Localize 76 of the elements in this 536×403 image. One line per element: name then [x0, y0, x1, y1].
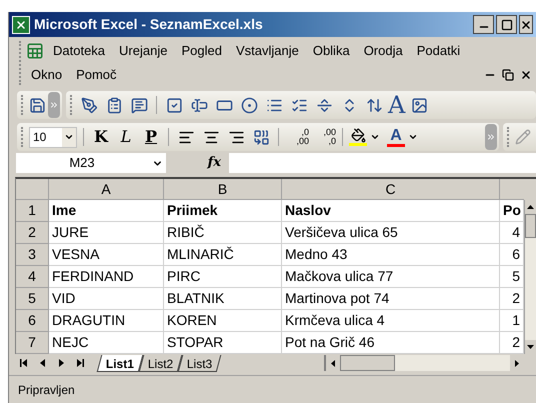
down-arrow-icon[interactable] — [527, 345, 534, 349]
close-icon[interactable] — [520, 69, 532, 81]
menu-item[interactable]: Oblika — [306, 39, 357, 63]
status-text: Pripravljen — [18, 382, 75, 398]
name-box[interactable]: M23 — [16, 153, 166, 173]
sheet-tab[interactable]: List3 — [178, 354, 222, 372]
decimal-button[interactable]: ,0 ,00 — [285, 128, 309, 146]
table-cell: STOPAR — [164, 332, 282, 354]
right-arrow-icon[interactable] — [515, 360, 519, 366]
row-header[interactable]: 3 — [16, 244, 49, 266]
up-arrow-icon[interactable] — [527, 205, 534, 209]
table-cell: FERDINAND — [49, 266, 164, 288]
table-cell: Mačkova ulica 77 — [282, 266, 500, 288]
menu-item[interactable]: Vstavljanje — [228, 39, 306, 63]
restore-icon[interactable] — [502, 69, 514, 81]
table-cell: Pot na Grič 46 — [282, 332, 500, 354]
row-header[interactable]: 2 — [16, 222, 49, 244]
table-cell: JURE — [49, 222, 164, 244]
table-cell: MLINARIČ — [164, 244, 282, 266]
table-cell: NEJC — [49, 332, 164, 354]
font-color-button[interactable]: A — [387, 128, 405, 146]
sheet-tab[interactable]: List2 — [138, 354, 183, 372]
table-cell: RIBIČ — [164, 222, 282, 244]
function-button[interactable]: fx — [170, 153, 225, 173]
table-cell: BLATNIK — [164, 288, 282, 310]
table-cell: DRAGUTIN — [49, 310, 164, 332]
table-cell: Po — [500, 200, 524, 222]
maximize-button[interactable] — [496, 15, 517, 34]
menu-item[interactable]: Podatki — [410, 39, 468, 63]
minimize-button[interactable] — [473, 15, 494, 34]
menu-item[interactable]: Orodja — [356, 39, 410, 63]
scroll-thumb[interactable] — [340, 355, 395, 371]
row-header[interactable]: 1 — [16, 200, 49, 222]
menu-item[interactable]: Pomoč — [69, 63, 124, 87]
wordart-button[interactable]: A — [388, 93, 406, 117]
table-cell: Priimek — [164, 200, 282, 222]
spreadsheet-icon — [12, 16, 30, 34]
font-style-button[interactable]: K — [90, 125, 112, 149]
table-cell: Krmčeva ulica 4 — [282, 310, 500, 332]
close-button[interactable] — [519, 15, 533, 34]
font-style-button[interactable]: P — [140, 125, 162, 149]
fill-color-icon[interactable] — [349, 128, 367, 146]
menu-item[interactable]: Datoteka — [46, 39, 112, 63]
close-icon — [520, 18, 532, 30]
table-cell: PIRC — [164, 266, 282, 288]
table-cell: Medno 43 — [282, 244, 500, 266]
table-cell: 1 — [500, 310, 524, 332]
table-cell: 6 — [500, 244, 524, 266]
font-style-button[interactable]: L — [115, 125, 137, 149]
table-cell: 4 — [500, 222, 524, 244]
table-cell: KOREN — [164, 310, 282, 332]
horizontal-scroll-bar[interactable] — [324, 355, 524, 371]
sheet-tab[interactable]: List1 — [96, 354, 144, 372]
scroll-thumb[interactable] — [525, 214, 536, 238]
row-header[interactable]: 5 — [16, 288, 49, 310]
table-cell: 2 — [500, 332, 524, 354]
table-cell: Veršičeva ulica 65 — [282, 222, 500, 244]
row-header[interactable]: 6 — [16, 310, 49, 332]
table-cell: VID — [49, 288, 164, 310]
table-cell: Naslov — [282, 200, 500, 222]
left-arrow-icon[interactable] — [331, 360, 335, 366]
font-size-field[interactable]: 10 — [29, 126, 77, 148]
row-header[interactable]: 7 — [16, 332, 49, 354]
decimal-button[interactable]: ,00 ,0 — [312, 128, 336, 146]
menu-item[interactable]: Urejanje — [112, 39, 174, 63]
table-cell: Martinova pot 74 — [282, 288, 500, 310]
menu-item[interactable]: Okno — [24, 63, 70, 87]
table-cell: 2 — [500, 288, 524, 310]
table-cell: VESNA — [49, 244, 164, 266]
formula-field[interactable] — [229, 153, 536, 173]
menu-item[interactable]: Pogled — [174, 39, 229, 63]
table-cell: Ime — [49, 200, 164, 222]
window-title: Microsoft Excel - SeznamExcel.xls — [34, 15, 263, 34]
maximize-icon — [500, 18, 512, 30]
table-cell: 5 — [500, 266, 524, 288]
row-header[interactable]: 4 — [16, 266, 49, 288]
